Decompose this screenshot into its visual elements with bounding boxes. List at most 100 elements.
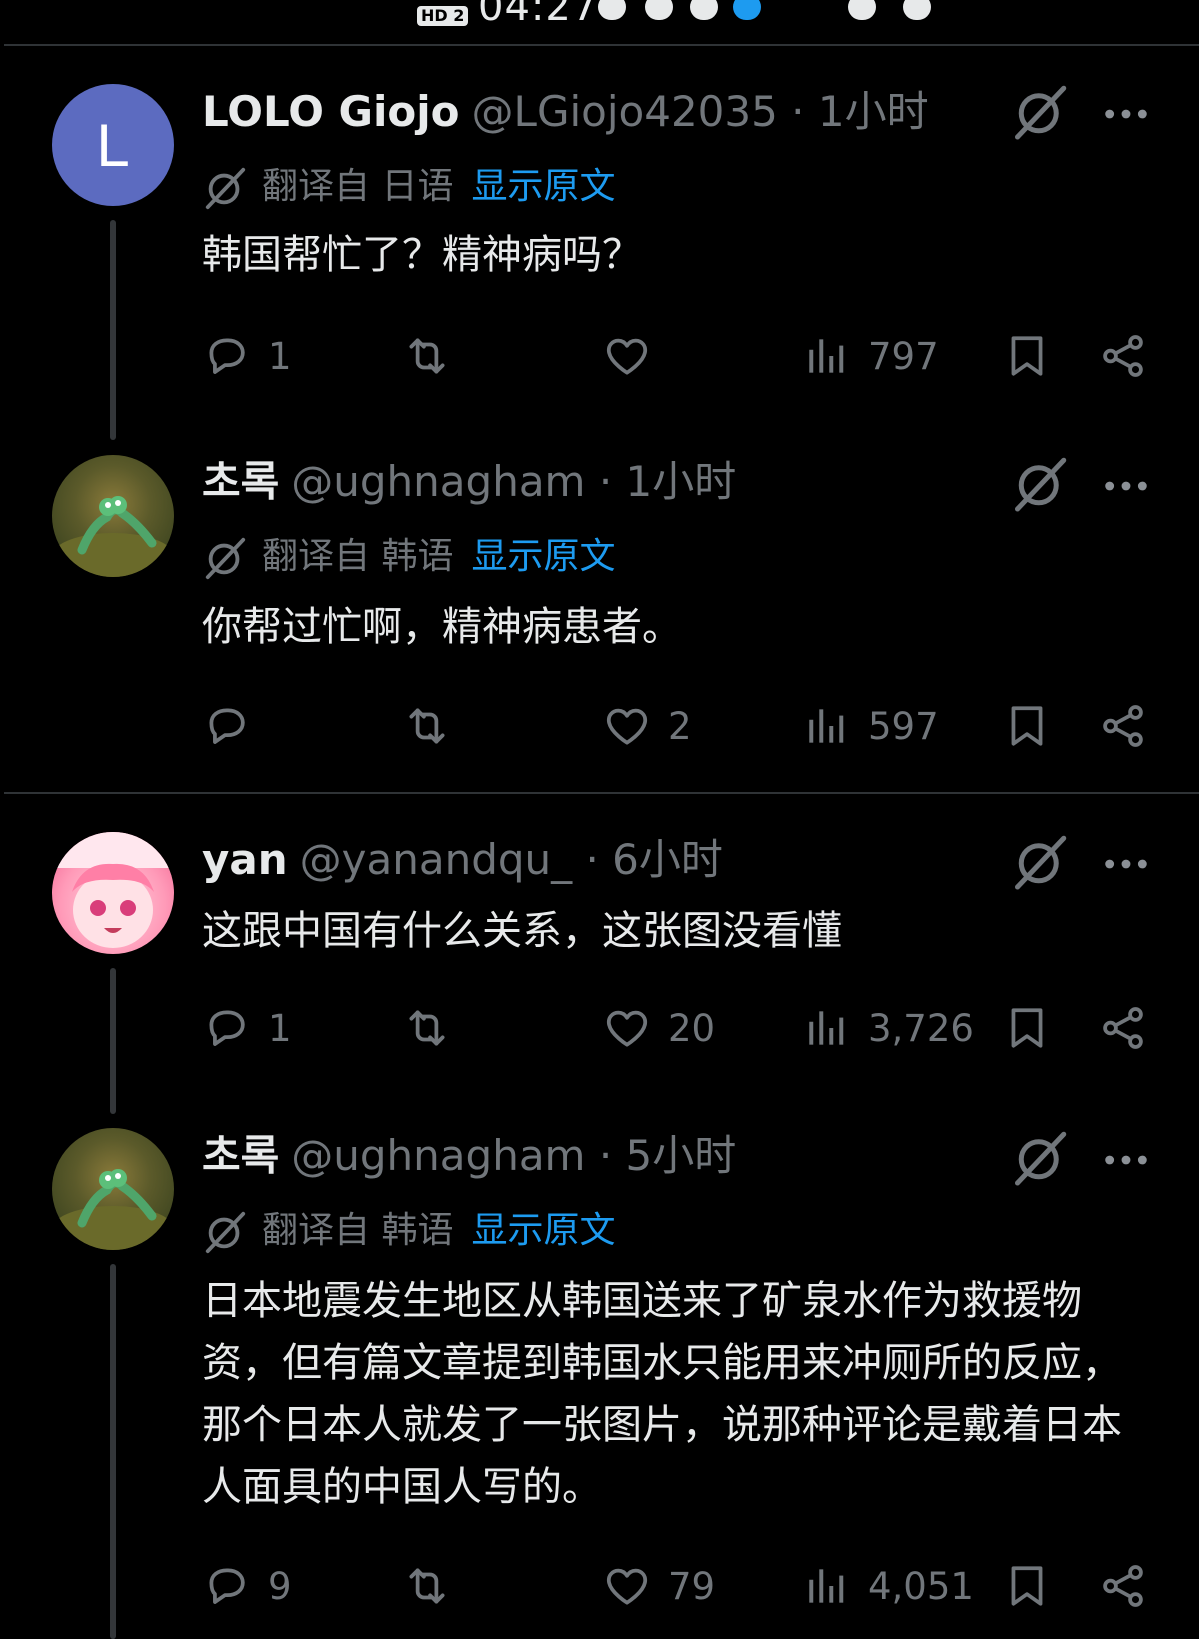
bookmark-icon: [1002, 331, 1052, 381]
like-button[interactable]: 20: [602, 998, 715, 1058]
handle-and-time[interactable]: @ughnagham · 1小时: [291, 457, 736, 506]
repost-icon: [402, 331, 452, 381]
message-icon: [690, 0, 718, 20]
repost-button[interactable]: [402, 1556, 468, 1616]
avatar[interactable]: L: [52, 84, 174, 206]
translate-icon: [202, 1209, 248, 1255]
show-original-link[interactable]: 显示原文: [471, 1210, 615, 1251]
more-icon[interactable]: [1098, 84, 1154, 144]
translation-notice: 翻译自 日语 显示原文: [202, 162, 615, 212]
action-bar: 2 597: [202, 696, 1152, 756]
action-bar: 9 79 4,051: [202, 1556, 1152, 1616]
translate-icon: [202, 165, 248, 211]
bookmark-button[interactable]: [1002, 326, 1052, 386]
bookmark-button[interactable]: [1002, 998, 1052, 1058]
reply-icon: [202, 331, 252, 381]
avatar[interactable]: [52, 455, 174, 577]
grok-icon[interactable]: [1010, 82, 1070, 142]
view-count: 3,726: [868, 1006, 974, 1050]
like-icon: [602, 1003, 652, 1053]
handle-and-time[interactable]: @yanandqu_ · 6小时: [300, 835, 723, 884]
views-icon: [802, 1561, 852, 1611]
tweet-text: 韩国帮忙了？精神病吗？: [202, 232, 642, 278]
like-button[interactable]: [602, 326, 668, 386]
bookmark-icon: [1002, 701, 1052, 751]
share-button[interactable]: [1098, 326, 1148, 386]
share-icon: [1098, 331, 1148, 381]
bookmark-icon: [1002, 1561, 1052, 1611]
frog-avatar-image: [53, 1169, 173, 1250]
views-button[interactable]: 597: [802, 696, 939, 756]
action-bar: 1 20 3,726: [202, 998, 1152, 1058]
reply-icon: [202, 1003, 252, 1053]
display-name[interactable]: 초록: [202, 1131, 279, 1180]
share-button[interactable]: [1098, 998, 1148, 1058]
grok-icon[interactable]: [1010, 454, 1070, 514]
view-count: 597: [868, 704, 939, 748]
bookmark-button[interactable]: [1002, 1556, 1052, 1616]
status-time: 04:27: [478, 0, 599, 30]
share-icon: [1098, 701, 1148, 751]
repost-button[interactable]: [402, 326, 468, 386]
avatar[interactable]: [52, 1128, 174, 1250]
view-count: 797: [868, 334, 939, 378]
thread-line: [110, 968, 116, 1114]
reply-button[interactable]: 9: [202, 1556, 292, 1616]
like-button[interactable]: 2: [602, 696, 692, 756]
more-icon[interactable]: [1098, 834, 1154, 894]
tweet-text: 日本地震发生地区从韩国送来了矿泉水作为救援物资，但有篇文章提到韩国水只能用来冲厕…: [202, 1278, 1122, 1510]
thread-line: [110, 1264, 116, 1639]
grok-icon[interactable]: [1010, 1128, 1070, 1188]
tweet-header: yan @yanandqu_ · 6小时: [202, 830, 723, 890]
display-name[interactable]: LOLO Giojo: [202, 87, 460, 136]
repost-button[interactable]: [402, 696, 468, 756]
app-notification-icon: [645, 0, 673, 20]
avatar[interactable]: [52, 832, 174, 954]
grok-icon[interactable]: [1010, 832, 1070, 892]
like-button[interactable]: 79: [602, 1556, 715, 1616]
views-button[interactable]: 4,051: [802, 1556, 974, 1616]
divider: [4, 44, 1199, 46]
like-icon: [602, 331, 652, 381]
app-notification-icon: [598, 0, 626, 20]
reply-button[interactable]: 1: [202, 326, 292, 386]
show-original-link[interactable]: 显示原文: [471, 536, 615, 577]
like-icon: [602, 701, 652, 751]
reply-icon: [202, 701, 252, 751]
translation-label: 翻译自 韩语: [262, 536, 454, 577]
repost-icon: [402, 1561, 452, 1611]
translation-label: 翻译自 韩语: [262, 1210, 454, 1251]
views-button[interactable]: 3,726: [802, 998, 974, 1058]
more-icon[interactable]: [1098, 1130, 1154, 1190]
display-name[interactable]: 초록: [202, 457, 279, 506]
show-original-link[interactable]: 显示原文: [471, 166, 615, 207]
like-icon: [602, 1561, 652, 1611]
translation-label: 翻译自 日语: [262, 166, 454, 207]
more-icon[interactable]: [1098, 456, 1154, 516]
view-count: 4,051: [868, 1564, 974, 1608]
reply-icon: [202, 1561, 252, 1611]
repost-button[interactable]: [402, 998, 468, 1058]
status-bar: HD 2 04:27: [0, 0, 1199, 44]
share-icon: [1098, 1003, 1148, 1053]
handle-and-time[interactable]: @ughnagham · 5小时: [291, 1131, 736, 1180]
views-icon: [802, 701, 852, 751]
handle-and-time[interactable]: @LGiojo42035 · 1小时: [472, 87, 929, 136]
views-icon: [802, 1003, 852, 1053]
like-count: 20: [668, 1006, 716, 1050]
bookmark-button[interactable]: [1002, 696, 1052, 756]
nfc-icon: [903, 0, 931, 20]
reply-button[interactable]: [202, 696, 268, 756]
like-count: 2: [668, 704, 692, 748]
tweet-header: LOLO Giojo @LGiojo42035 · 1小时: [202, 82, 929, 142]
like-count: 79: [668, 1564, 716, 1608]
anime-avatar-image: [52, 832, 174, 948]
thread-divider: [4, 792, 1199, 794]
display-name[interactable]: yan: [202, 835, 288, 884]
views-button[interactable]: 797: [802, 326, 939, 386]
translation-notice: 翻译自 韩语 显示原文: [202, 532, 615, 582]
reply-count: 9: [268, 1564, 292, 1608]
reply-button[interactable]: 1: [202, 998, 292, 1058]
share-button[interactable]: [1098, 696, 1148, 756]
share-button[interactable]: [1098, 1556, 1148, 1616]
